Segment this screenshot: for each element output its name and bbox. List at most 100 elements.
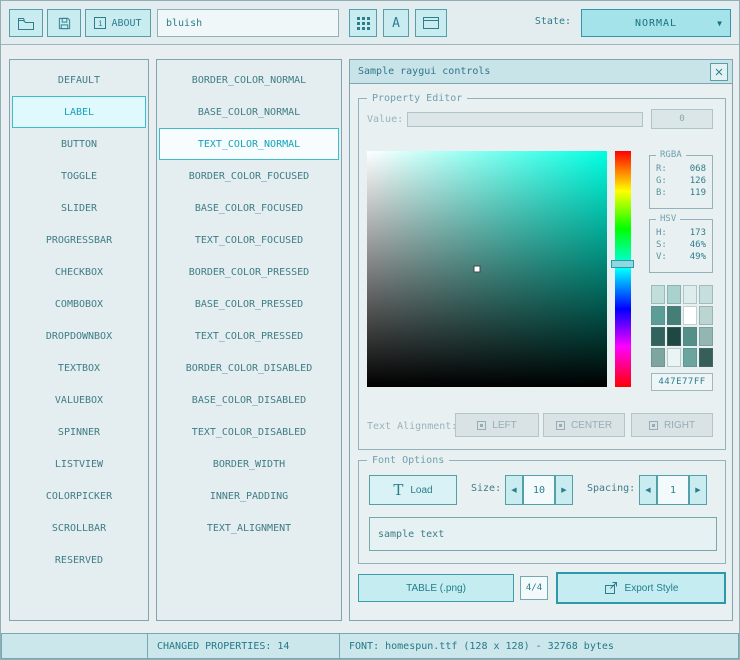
s-label: S: [656,240,667,250]
window-mode-button[interactable] [415,9,447,37]
palette-swatch[interactable] [699,285,713,304]
spacing-value-box[interactable]: 1 [657,475,689,505]
palette-swatch[interactable] [683,348,697,367]
property-list-item[interactable]: TEXT_COLOR_NORMAL [159,128,339,160]
close-button[interactable] [710,63,728,81]
g-label: G: [656,176,667,186]
palette-swatch[interactable] [651,348,665,367]
chevron-down-icon: ▼ [717,19,722,28]
control-list-item[interactable]: SCROLLBAR [12,512,146,544]
palette-swatch[interactable] [699,327,713,346]
hue-bar[interactable] [615,151,631,387]
b-value: 119 [690,188,706,198]
r-value: 068 [690,164,706,174]
r-label: R: [656,164,667,174]
about-button[interactable]: i ABOUT [85,9,151,37]
rgba-r-row: R: 068 [650,163,712,175]
property-list-item[interactable]: INNER_PADDING [159,480,339,512]
property-list-item[interactable]: BORDER_WIDTH [159,448,339,480]
control-list-item[interactable]: SLIDER [12,192,146,224]
rgba-b-row: B: 119 [650,187,712,199]
control-list-item[interactable]: SPINNER [12,416,146,448]
size-value-box[interactable]: 10 [523,475,555,505]
property-list-item[interactable]: BASE_COLOR_NORMAL [159,96,339,128]
palette-swatch[interactable] [667,348,681,367]
property-list-item[interactable]: BORDER_COLOR_NORMAL [159,64,339,96]
hex-color-input[interactable]: 447E77FF [651,373,713,391]
control-list-item[interactable]: DEFAULT [12,64,146,96]
value-label: Value: [367,114,403,125]
value-box[interactable]: 0 [651,109,713,129]
font-options-group-label: Font Options [367,454,449,467]
property-list-item[interactable]: TEXT_COLOR_DISABLED [159,416,339,448]
palette-swatch[interactable] [651,327,665,346]
palette-swatch[interactable] [699,348,713,367]
property-list-item[interactable]: BASE_COLOR_FOCUSED [159,192,339,224]
property-list-item[interactable]: TEXT_COLOR_FOCUSED [159,224,339,256]
control-list-item[interactable]: COLORPICKER [12,480,146,512]
control-list-item[interactable]: COMBOBOX [12,288,146,320]
sample-controls-window: Sample raygui controls Property Editor V… [349,59,733,621]
control-list-item[interactable]: BUTTON [12,128,146,160]
g-value: 126 [690,176,706,186]
palette-swatch[interactable] [667,306,681,325]
spacing-increment-button[interactable]: ▶ [689,475,707,505]
color-picker-cursor[interactable] [474,266,481,273]
palette-swatch[interactable] [699,306,713,325]
size-decrement-button[interactable]: ◀ [505,475,523,505]
export-style-button[interactable]: Export Style [556,572,726,604]
color-picker-gradient[interactable] [367,151,607,387]
size-increment-button[interactable]: ▶ [555,475,573,505]
property-list-item[interactable]: TEXT_COLOR_PRESSED [159,320,339,352]
control-list-item[interactable]: RESERVED [12,544,146,576]
h-value: 173 [690,228,706,238]
palette-swatch[interactable] [683,306,697,325]
palette-swatch[interactable] [651,285,665,304]
palette-swatch[interactable] [651,306,665,325]
control-list-item[interactable]: LABEL [12,96,146,128]
sample-text-input[interactable]: sample text [369,517,717,551]
value-slider[interactable] [407,112,643,127]
property-list-item[interactable]: TEXT_ALIGNMENT [159,512,339,544]
style-table-export-button[interactable]: TABLE (.png) [358,574,514,602]
align-left-button[interactable]: LEFT [455,413,539,437]
font-load-label: Load [410,485,432,496]
style-name-input[interactable] [157,9,339,37]
property-list-item[interactable]: BASE_COLOR_PRESSED [159,288,339,320]
state-dropdown[interactable]: NORMAL ▼ [581,9,731,37]
save-style-button[interactable] [47,9,81,37]
properties-list: BORDER_COLOR_NORMAL BASE_COLOR_NORMAL TE… [156,59,342,621]
control-list-item[interactable]: VALUEBOX [12,384,146,416]
property-list-item[interactable]: BORDER_COLOR_FOCUSED [159,160,339,192]
state-label: State: [535,16,571,27]
spacing-decrement-button[interactable]: ◀ [639,475,657,505]
control-list-item[interactable]: TEXTBOX [12,352,146,384]
table-count-box[interactable]: 4/4 [520,576,548,600]
palette-swatch[interactable] [683,285,697,304]
control-list-item[interactable]: DROPDOWNBOX [12,320,146,352]
control-list-item[interactable]: TOGGLE [12,160,146,192]
rgba-g-row: G: 126 [650,175,712,187]
palette-swatch[interactable] [667,327,681,346]
style-table-button[interactable] [349,9,377,37]
property-list-item[interactable]: BORDER_COLOR_PRESSED [159,256,339,288]
export-icon [604,581,618,595]
h-label: H: [656,228,667,238]
align-center-button[interactable]: CENTER [543,413,625,437]
font-load-button[interactable]: T Load [369,475,457,505]
folder-open-icon [17,16,35,31]
spacing-label: Spacing: [587,483,635,494]
control-list-item[interactable]: PROGRESSBAR [12,224,146,256]
hue-slider-handle[interactable] [611,260,634,268]
align-right-button[interactable]: RIGHT [631,413,713,437]
palette-swatch[interactable] [667,285,681,304]
info-icon: i [94,17,106,29]
property-list-item[interactable]: BASE_COLOR_DISABLED [159,384,339,416]
open-style-button[interactable] [9,9,43,37]
control-list-item[interactable]: LISTVIEW [12,448,146,480]
font-button[interactable]: A [383,9,409,37]
property-list-item[interactable]: BORDER_COLOR_DISABLED [159,352,339,384]
palette-swatch[interactable] [683,327,697,346]
align-left-label: LEFT [492,420,516,431]
control-list-item[interactable]: CHECKBOX [12,256,146,288]
